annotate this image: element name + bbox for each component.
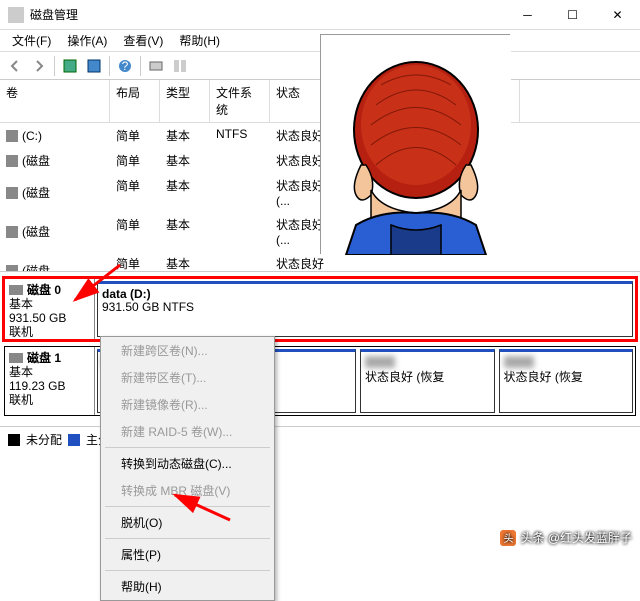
menu-view[interactable]: 查看(V)	[115, 30, 171, 51]
toolbar-icon-3[interactable]	[145, 55, 167, 77]
window-title: 磁盘管理	[30, 6, 505, 23]
disk-0-header[interactable]: 磁盘 0 基本 931.50 GB 联机	[5, 279, 95, 339]
ctx-separator	[105, 538, 270, 539]
app-icon	[8, 7, 24, 23]
legend-unallocated-label: 未分配	[26, 431, 62, 448]
col-filesystem[interactable]: 文件系统	[210, 80, 270, 122]
ctx-offline[interactable]: 脱机(O)	[101, 509, 274, 536]
blurred-text	[365, 356, 395, 368]
ctx-new-spanned-volume[interactable]: 新建跨区卷(N)...	[101, 337, 274, 364]
volume-icon	[6, 226, 18, 238]
disk-0-row[interactable]: 磁盘 0 基本 931.50 GB 联机 data (D:) 931.50 GB…	[4, 278, 636, 340]
watermark: 头 头条 @红头发蓝胖子	[500, 529, 632, 546]
legend-bar: 未分配 主分区	[0, 426, 640, 452]
partition-2[interactable]: 状态良好 (恢复	[360, 349, 495, 413]
partition-3[interactable]: 状态良好 (恢复	[499, 349, 634, 413]
close-button[interactable]: ✕	[595, 0, 640, 30]
back-button[interactable]	[4, 55, 26, 77]
col-volume[interactable]: 卷	[0, 80, 110, 122]
col-type[interactable]: 类型	[160, 80, 210, 122]
partition-data-d[interactable]: data (D:) 931.50 GB NTFS	[97, 281, 633, 337]
help-icon[interactable]: ?	[114, 55, 136, 77]
menu-action[interactable]: 操作(A)	[59, 30, 115, 51]
col-layout[interactable]: 布局	[110, 80, 160, 122]
ctx-new-mirrored-volume[interactable]: 新建镜像卷(R)...	[101, 391, 274, 418]
ctx-separator	[105, 447, 270, 448]
watermark-text: 头条 @红头发蓝胖子	[520, 529, 632, 546]
ctx-new-raid5-volume[interactable]: 新建 RAID-5 卷(W)...	[101, 418, 274, 445]
ctx-properties[interactable]: 属性(P)	[101, 541, 274, 568]
table-row[interactable]: (磁盘简单基本状态良好 (...	[0, 251, 640, 272]
legend-primary-swatch	[68, 434, 80, 446]
forward-button[interactable]	[28, 55, 50, 77]
disk-0-partitions: data (D:) 931.50 GB NTFS	[95, 279, 635, 339]
legend-unallocated-swatch	[8, 434, 20, 446]
window-controls: ─ ☐ ✕	[505, 0, 640, 30]
disk-icon	[9, 353, 23, 363]
watermark-logo-icon: 头	[500, 530, 516, 546]
window-titlebar: 磁盘管理 ─ ☐ ✕	[0, 0, 640, 30]
ctx-help[interactable]: 帮助(H)	[101, 573, 274, 600]
ctx-convert-dynamic[interactable]: 转换到动态磁盘(C)...	[101, 450, 274, 477]
volume-icon	[6, 265, 18, 273]
svg-text:?: ?	[122, 59, 129, 73]
context-menu: 新建跨区卷(N)... 新建带区卷(T)... 新建镜像卷(R)... 新建 R…	[100, 336, 275, 601]
volume-icon	[6, 130, 18, 142]
ctx-new-striped-volume[interactable]: 新建带区卷(T)...	[101, 364, 274, 391]
menu-file[interactable]: 文件(F)	[4, 30, 59, 51]
minimize-button[interactable]: ─	[505, 0, 550, 30]
disk-1-header[interactable]: 磁盘 1 基本 119.23 GB 联机	[5, 347, 95, 415]
toolbar-icon-2[interactable]	[83, 55, 105, 77]
toolbar-icon-4[interactable]	[169, 55, 191, 77]
disk-1-row[interactable]: 磁盘 1 基本 119.23 GB 联机 0 GB NTFS 良好 (启动, 页…	[4, 346, 636, 416]
ctx-convert-mbr[interactable]: 转换成 MBR 磁盘(V)	[101, 477, 274, 504]
overlay-cartoon-image	[320, 34, 510, 254]
menu-help[interactable]: 帮助(H)	[171, 30, 228, 51]
volume-icon	[6, 187, 18, 199]
toolbar-icon-1[interactable]	[59, 55, 81, 77]
disk-icon	[9, 285, 23, 295]
blurred-text	[504, 356, 534, 368]
maximize-button[interactable]: ☐	[550, 0, 595, 30]
ctx-separator	[105, 506, 270, 507]
disk-graphical-view: 磁盘 0 基本 931.50 GB 联机 data (D:) 931.50 GB…	[0, 274, 640, 426]
volume-icon	[6, 155, 18, 167]
ctx-separator	[105, 570, 270, 571]
